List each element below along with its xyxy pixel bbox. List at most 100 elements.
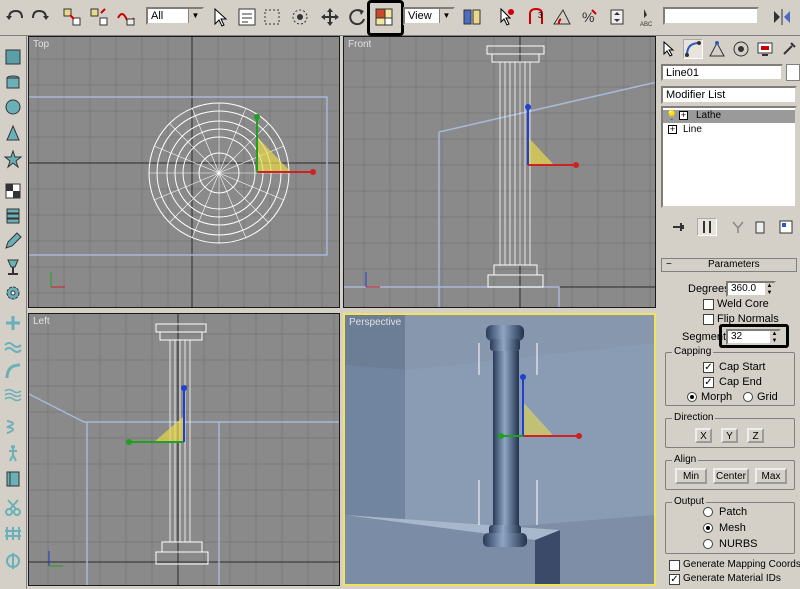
segments-spinner[interactable]: 32 ▲ ▼ [726, 329, 781, 345]
remove-modifier-icon[interactable] [753, 220, 767, 237]
object-name-field[interactable]: Line01 [661, 64, 783, 81]
mesh-radio[interactable] [703, 523, 713, 533]
cap-end-checkbox[interactable]: ✓ [703, 377, 714, 388]
motion-tab-icon[interactable] [731, 39, 751, 59]
book-icon[interactable] [1, 468, 25, 490]
angle-snap-icon[interactable] [550, 5, 574, 29]
patch-radio[interactable] [703, 507, 713, 517]
viewport-label-top[interactable]: Top [33, 39, 49, 50]
weld-core-label: Weld Core [717, 298, 769, 310]
scale-highlight-frame [367, 0, 404, 36]
spinner-snap-icon[interactable] [605, 5, 629, 29]
nurbs-radio[interactable] [703, 539, 713, 549]
command-panel: Line01 Modifier List 💡 + Lathe + Line − … [657, 36, 800, 589]
scissors-icon[interactable] [1, 496, 25, 518]
flip-normals-checkbox[interactable] [703, 314, 714, 325]
hierarchy-tab-icon[interactable] [707, 39, 727, 59]
ripple-icon[interactable] [1, 384, 25, 406]
select-object-icon[interactable] [208, 5, 232, 29]
weld-core-checkbox[interactable] [703, 299, 714, 310]
modify-tab-icon[interactable] [683, 39, 703, 59]
modifier-list-dropdown[interactable]: Modifier List [661, 86, 797, 104]
viewport-top[interactable]: Top [28, 36, 340, 308]
viewport-label-front[interactable]: Front [348, 39, 371, 50]
viewport-perspective[interactable]: Perspective [343, 313, 656, 586]
expand-icon[interactable]: + [668, 125, 677, 134]
align-center-button[interactable]: Center [713, 468, 749, 484]
bind-to-space-warp-icon[interactable] [114, 5, 138, 29]
lamp-icon[interactable] [1, 256, 25, 278]
select-and-manipulate-icon[interactable] [494, 5, 518, 29]
helix-icon[interactable] [1, 416, 25, 438]
undo-icon[interactable] [3, 5, 27, 29]
perspective-scene [345, 315, 654, 584]
gen-material-checkbox[interactable]: ✓ [669, 574, 680, 585]
cone-icon[interactable] [1, 122, 25, 144]
viewport-label-perspective[interactable]: Perspective [349, 317, 401, 328]
edit-named-selections-icon[interactable]: ABC [637, 5, 661, 29]
make-unique-icon[interactable] [731, 220, 745, 237]
morph-radio[interactable] [687, 392, 697, 402]
fence-icon[interactable] [1, 522, 25, 544]
wave-icon[interactable] [1, 336, 25, 358]
front-viewport-grid [344, 37, 655, 307]
gear-icon[interactable] [1, 282, 25, 304]
stack-icon[interactable] [1, 204, 25, 226]
star-icon[interactable] [1, 148, 25, 170]
select-and-move-icon[interactable] [318, 5, 342, 29]
svg-text:ABC: ABC [640, 22, 653, 28]
display-tab-icon[interactable] [755, 39, 775, 59]
expand-icon[interactable]: + [679, 111, 688, 120]
gen-mapping-checkbox[interactable] [669, 560, 680, 571]
mesh-label: Mesh [719, 522, 746, 534]
selection-filter-dropdown[interactable]: All ▼ [146, 7, 204, 25]
configure-sets-icon[interactable] [779, 220, 793, 237]
grid-radio[interactable] [743, 392, 753, 402]
stack-item-lathe[interactable]: 💡 + Lathe [663, 110, 795, 123]
viewport-left[interactable]: Left [28, 313, 340, 586]
mirror-icon[interactable] [770, 5, 794, 29]
pivot-point-icon[interactable] [460, 5, 484, 29]
redo-icon[interactable] [28, 5, 52, 29]
pin-stack-icon[interactable] [671, 220, 685, 237]
rectangular-selection-icon[interactable] [260, 5, 284, 29]
degrees-spinner[interactable]: 360.0 ▲ ▼ [726, 281, 776, 297]
pencil-icon[interactable] [1, 230, 25, 252]
collapse-icon[interactable]: − [666, 259, 672, 270]
stack-item-line[interactable]: + Line [663, 124, 795, 137]
window-crossing-icon[interactable] [288, 5, 312, 29]
unlink-selection-icon[interactable] [87, 5, 111, 29]
align-min-button[interactable]: Min [675, 468, 707, 484]
direction-x-button[interactable]: X [695, 428, 712, 443]
utilities-tab-icon[interactable] [779, 39, 799, 59]
viewport-label-left[interactable]: Left [33, 316, 50, 327]
cylinder-icon[interactable] [1, 72, 25, 94]
tab-panel-toolbar [0, 36, 27, 589]
object-color-swatch[interactable] [786, 64, 800, 81]
percent-snap-icon[interactable]: % [577, 5, 601, 29]
rotation-icon[interactable] [1, 550, 25, 572]
bend-icon[interactable] [1, 360, 25, 382]
select-and-rotate-icon[interactable] [345, 5, 369, 29]
snaps-toggle-icon[interactable]: 3 [524, 5, 548, 29]
direction-z-button[interactable]: Z [747, 428, 764, 443]
sphere-icon[interactable] [1, 96, 25, 118]
biped-icon[interactable] [1, 442, 25, 464]
cap-start-checkbox[interactable]: ✓ [703, 362, 714, 373]
viewport-front[interactable]: Front [343, 36, 656, 308]
bone-icon[interactable] [1, 312, 25, 334]
reference-coordinate-dropdown[interactable]: View ▼ [403, 7, 455, 25]
svg-text:3: 3 [538, 11, 543, 20]
grid-icon[interactable] [1, 180, 25, 202]
select-and-link-icon[interactable] [60, 5, 84, 29]
named-selection-field[interactable] [663, 7, 759, 25]
create-tab-icon[interactable] [660, 39, 680, 59]
direction-y-button[interactable]: Y [721, 428, 738, 443]
parameters-rollout-header[interactable]: − Parameters [661, 258, 797, 272]
modifier-stack-list: 💡 + Lathe + Line [661, 106, 797, 208]
align-max-button[interactable]: Max [755, 468, 787, 484]
lightbulb-icon[interactable]: 💡 [666, 110, 677, 121]
select-by-name-icon[interactable] [235, 5, 259, 29]
create-sphere-icon[interactable] [1, 46, 25, 68]
show-end-result-icon[interactable] [697, 218, 717, 236]
